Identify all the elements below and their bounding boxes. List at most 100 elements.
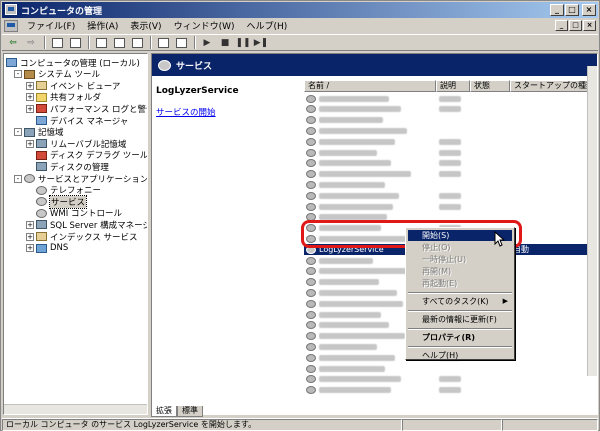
child-close-button[interactable]: ×: [583, 20, 596, 31]
context-menu-refresh[interactable]: 最新の情報に更新(F): [408, 314, 512, 325]
redacted-text: [439, 203, 461, 210]
service-row[interactable]: [304, 363, 597, 374]
child-minimize-button[interactable]: _: [555, 20, 568, 31]
redacted-text: [319, 354, 395, 361]
expand-icon[interactable]: +: [26, 220, 34, 229]
service-row[interactable]: [304, 147, 597, 158]
service-row[interactable]: [304, 201, 597, 212]
redacted-text: [319, 235, 419, 242]
refresh-icon[interactable]: [111, 36, 127, 50]
service-row[interactable]: [304, 136, 597, 147]
column-header-description[interactable]: 説明: [436, 80, 470, 92]
minimize-button[interactable]: _: [550, 4, 564, 16]
service-name-cell: [304, 386, 436, 395]
start-service-icon[interactable]: ▶: [199, 36, 215, 50]
toolbar: ⇦ ⇨ ▶ ■ ❚❚ ▶❚: [2, 34, 598, 51]
tree-horizontal-scrollbar[interactable]: [4, 404, 147, 414]
status-cell-empty: [402, 419, 502, 431]
tree-item[interactable]: + DNS: [26, 243, 68, 254]
tree-item[interactable]: サービス: [26, 194, 88, 209]
export-icon[interactable]: [129, 36, 145, 50]
tree-item[interactable]: + SQL Server 構成マネージャ: [26, 219, 147, 231]
service-row[interactable]: [304, 212, 597, 223]
close-button[interactable]: ×: [582, 4, 596, 16]
db-icon: [36, 220, 47, 230]
column-header-name[interactable]: 名前 /: [304, 80, 436, 92]
menu-help[interactable]: ヘルプ(H): [241, 19, 294, 32]
service-gear-icon: [306, 342, 316, 351]
expand-icon[interactable]: +: [26, 81, 34, 90]
stop-service-icon[interactable]: ■: [217, 36, 233, 50]
service-name-cell: [304, 180, 436, 189]
redacted-text: [319, 289, 397, 296]
child-restore-button[interactable]: □: [569, 20, 582, 31]
service-row[interactable]: [304, 125, 597, 136]
collapse-icon[interactable]: -: [14, 70, 22, 79]
expand-icon[interactable]: +: [26, 104, 34, 113]
context-menu-label: 再開(M): [422, 267, 452, 276]
tree-item[interactable]: デバイス マネージャ: [26, 115, 128, 127]
show-hide-tree-icon[interactable]: [67, 36, 83, 50]
column-header-startup-type[interactable]: スタートアップの種類: [510, 80, 597, 92]
tab-standard[interactable]: 標準: [177, 406, 203, 417]
service-row[interactable]: [304, 169, 597, 180]
tab-extended[interactable]: 拡張: [151, 406, 177, 417]
tree-item[interactable]: ディスク デフラグ ツール: [26, 150, 147, 161]
vertical-scrollbar[interactable]: [587, 66, 597, 376]
context-menu-help[interactable]: ヘルプ(H): [408, 350, 512, 361]
help-icon[interactable]: [155, 36, 171, 50]
service-row[interactable]: [304, 385, 597, 396]
restart-service-icon[interactable]: ▶❚: [253, 36, 269, 50]
menu-view[interactable]: 表示(V): [124, 19, 167, 32]
service-row[interactable]: [304, 158, 597, 169]
console-icon[interactable]: [173, 36, 189, 50]
pause-service-icon[interactable]: ❚❚: [235, 36, 251, 50]
expand-icon[interactable]: +: [26, 232, 34, 241]
maximize-button[interactable]: □: [565, 4, 579, 16]
service-row[interactable]: [304, 179, 597, 190]
tree-item[interactable]: ディスクの管理: [26, 161, 109, 173]
collapse-icon[interactable]: -: [14, 128, 22, 137]
menu-window[interactable]: ウィンドウ(W): [168, 19, 241, 32]
tree-item[interactable]: + パフォーマンス ログと警告: [26, 103, 147, 115]
console-menu-icon[interactable]: [4, 19, 18, 32]
expand-icon[interactable]: +: [26, 93, 34, 102]
service-row[interactable]: [304, 190, 597, 201]
column-header-status[interactable]: 状態: [470, 80, 510, 92]
forward-icon[interactable]: ⇨: [23, 36, 39, 50]
service-name-cell: [304, 137, 436, 146]
tree-item[interactable]: + リムーバブル記憶域: [26, 138, 126, 150]
tree-item[interactable]: + 共有フォルダ: [26, 92, 101, 103]
service-row[interactable]: [304, 115, 597, 126]
tree-item[interactable]: コンピュータの管理 (ローカル): [6, 57, 140, 69]
tree-item[interactable]: - システム ツール: [14, 69, 100, 80]
redacted-text: [319, 138, 395, 145]
tree-item[interactable]: - 記憶域: [14, 127, 64, 138]
tree-item[interactable]: + イベント ビューア: [26, 80, 120, 92]
tree-item[interactable]: + インデックス サービス: [26, 231, 137, 243]
context-menu-properties[interactable]: プロパティ(R): [408, 332, 512, 343]
service-description-cell: [436, 138, 470, 145]
service-row[interactable]: [304, 374, 597, 385]
properties-icon[interactable]: [93, 36, 109, 50]
expand-icon[interactable]: +: [26, 244, 34, 253]
tree-item-label: サービス: [48, 194, 88, 209]
service-row[interactable]: [304, 104, 597, 115]
tree-item[interactable]: テレフォニー: [26, 185, 101, 196]
console-tree: コンピュータの管理 (ローカル) - システム ツール + イベント ビューア + 共有フォ…: [3, 53, 148, 415]
title-bar[interactable]: コンピュータの管理 _ □ ×: [2, 2, 598, 18]
expand-icon[interactable]: +: [26, 139, 34, 148]
service-gear-icon: [306, 310, 316, 319]
tree-item[interactable]: - サービスとアプリケーション: [14, 173, 147, 185]
collapse-icon[interactable]: -: [14, 174, 22, 183]
redacted-text: [319, 192, 399, 199]
start-service-link[interactable]: サービスの開始: [156, 106, 216, 118]
menu-file[interactable]: ファイル(F): [21, 19, 81, 32]
service-row[interactable]: [304, 93, 597, 104]
tree-item-label: DNS: [50, 243, 69, 254]
up-icon[interactable]: [49, 36, 65, 50]
context-menu-all-tasks[interactable]: すべてのタスク(K) ▶: [408, 296, 512, 307]
back-icon[interactable]: ⇦: [5, 36, 21, 50]
tree-item[interactable]: WMI コントロール: [26, 208, 122, 219]
menu-action[interactable]: 操作(A): [81, 19, 124, 32]
